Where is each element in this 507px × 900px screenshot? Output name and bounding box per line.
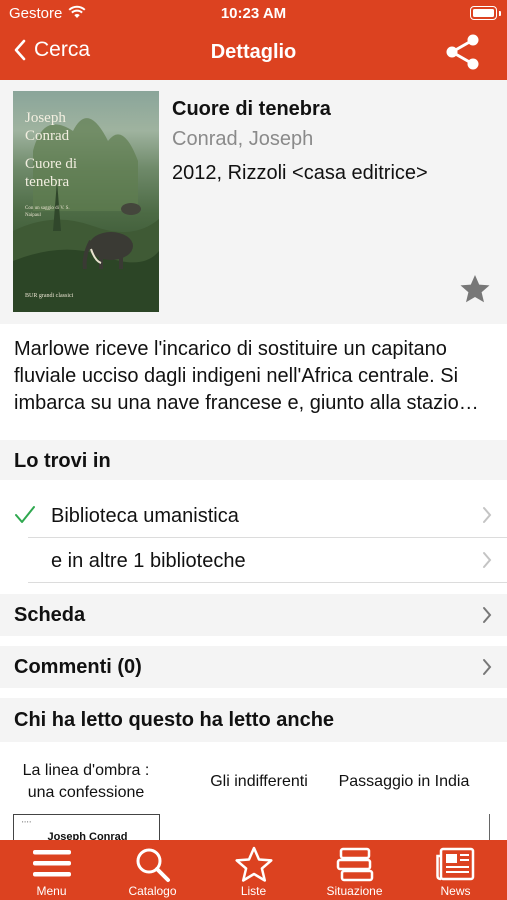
row-divider: [28, 582, 507, 583]
top-bar: Gestore 10:23 AM Cerca Dettaglio: [0, 0, 507, 80]
book-author[interactable]: Conrad, Joseph: [172, 128, 313, 151]
star-icon: [234, 846, 273, 882]
cover-text: Joseph Conrad Cuore di tenebra: [25, 109, 105, 191]
also-read-header: Chi ha letto questo ha letto anche: [0, 698, 507, 742]
chevron-right-icon: [483, 552, 492, 568]
battery-tip: [499, 11, 501, 16]
other-libraries-label: e in altre 1 biblioteche: [51, 550, 246, 572]
navigation-bar: Cerca Dettaglio: [0, 30, 507, 76]
checkmark-icon: [15, 506, 35, 523]
chevron-right-icon: [483, 507, 492, 523]
tab-situazione[interactable]: Situazione: [304, 840, 405, 900]
also-read-label: Chi ha letto questo ha letto anche: [14, 709, 335, 731]
book-cover[interactable]: Joseph Conrad Cuore di tenebra Con un sa…: [13, 91, 159, 312]
tab-catalogo[interactable]: Catalogo: [102, 840, 203, 900]
library-row-primary[interactable]: Biblioteca umanistica: [0, 493, 507, 537]
book-title: Cuore di tenebra: [172, 98, 331, 120]
library-row-others[interactable]: e in altre 1 biblioteche: [0, 538, 507, 582]
recommendation-cover-edge: [489, 814, 493, 840]
recommendation-item[interactable]: Passaggio in India: [330, 771, 478, 793]
recommendation-item[interactable]: La linea d'ombra : una confessione: [12, 760, 160, 804]
scheda-row[interactable]: Scheda: [0, 594, 507, 636]
status-bar: Gestore 10:23 AM: [0, 0, 507, 28]
search-icon: [136, 848, 170, 882]
comments-row[interactable]: Commenti (0): [0, 646, 507, 688]
mini-cover-imprint: ▪ ▪ ▪ ▪: [22, 819, 32, 824]
availability-header-label: Lo trovi in: [14, 450, 111, 472]
scheda-label: Scheda: [14, 604, 86, 626]
page-title: Dettaglio: [210, 41, 297, 63]
tab-news[interactable]: News: [405, 840, 506, 900]
recommendations-carousel[interactable]: La linea d'ombra : una confessione Gli i…: [0, 742, 507, 844]
chevron-right-icon: [483, 659, 492, 675]
cover-subtitle: Con un saggio di V. S. Naipaul: [25, 206, 70, 218]
book-publication: 2012, Rizzoli <casa editrice>: [172, 162, 428, 184]
tab-label: Liste: [240, 884, 267, 898]
battery-icon: [470, 6, 497, 20]
cover-imprint: BUR grandi classici: [25, 293, 74, 299]
tab-menu[interactable]: Menu: [1, 840, 102, 900]
favorite-star-icon[interactable]: [459, 273, 491, 305]
availability-header: Lo trovi in: [0, 440, 507, 480]
cover-author: Joseph Conrad: [25, 110, 70, 144]
book-header: Joseph Conrad Cuore di tenebra Con un sa…: [0, 80, 507, 324]
tab-liste[interactable]: Liste: [203, 840, 304, 900]
books-stack-icon: [336, 847, 373, 882]
comments-label: Commenti (0): [14, 656, 142, 678]
recommendation-item[interactable]: Gli indifferenti: [180, 771, 338, 793]
tab-label: Menu: [36, 884, 67, 898]
menu-icon: [32, 850, 71, 877]
tab-label: Catalogo: [128, 884, 177, 898]
book-description[interactable]: Marlowe riceve l'incarico di sostituire …: [14, 336, 494, 417]
tab-bar: Menu Catalogo Liste Situazione News: [0, 840, 507, 900]
tab-label: News: [440, 884, 471, 898]
newspaper-icon: [435, 847, 474, 881]
chevron-right-icon: [483, 607, 492, 623]
tab-label: Situazione: [326, 884, 383, 898]
library-name: Biblioteca umanistica: [51, 505, 239, 527]
status-time: 10:23 AM: [220, 5, 287, 22]
cover-title: Cuore di tenebra: [25, 156, 78, 190]
share-icon[interactable]: [443, 32, 483, 72]
